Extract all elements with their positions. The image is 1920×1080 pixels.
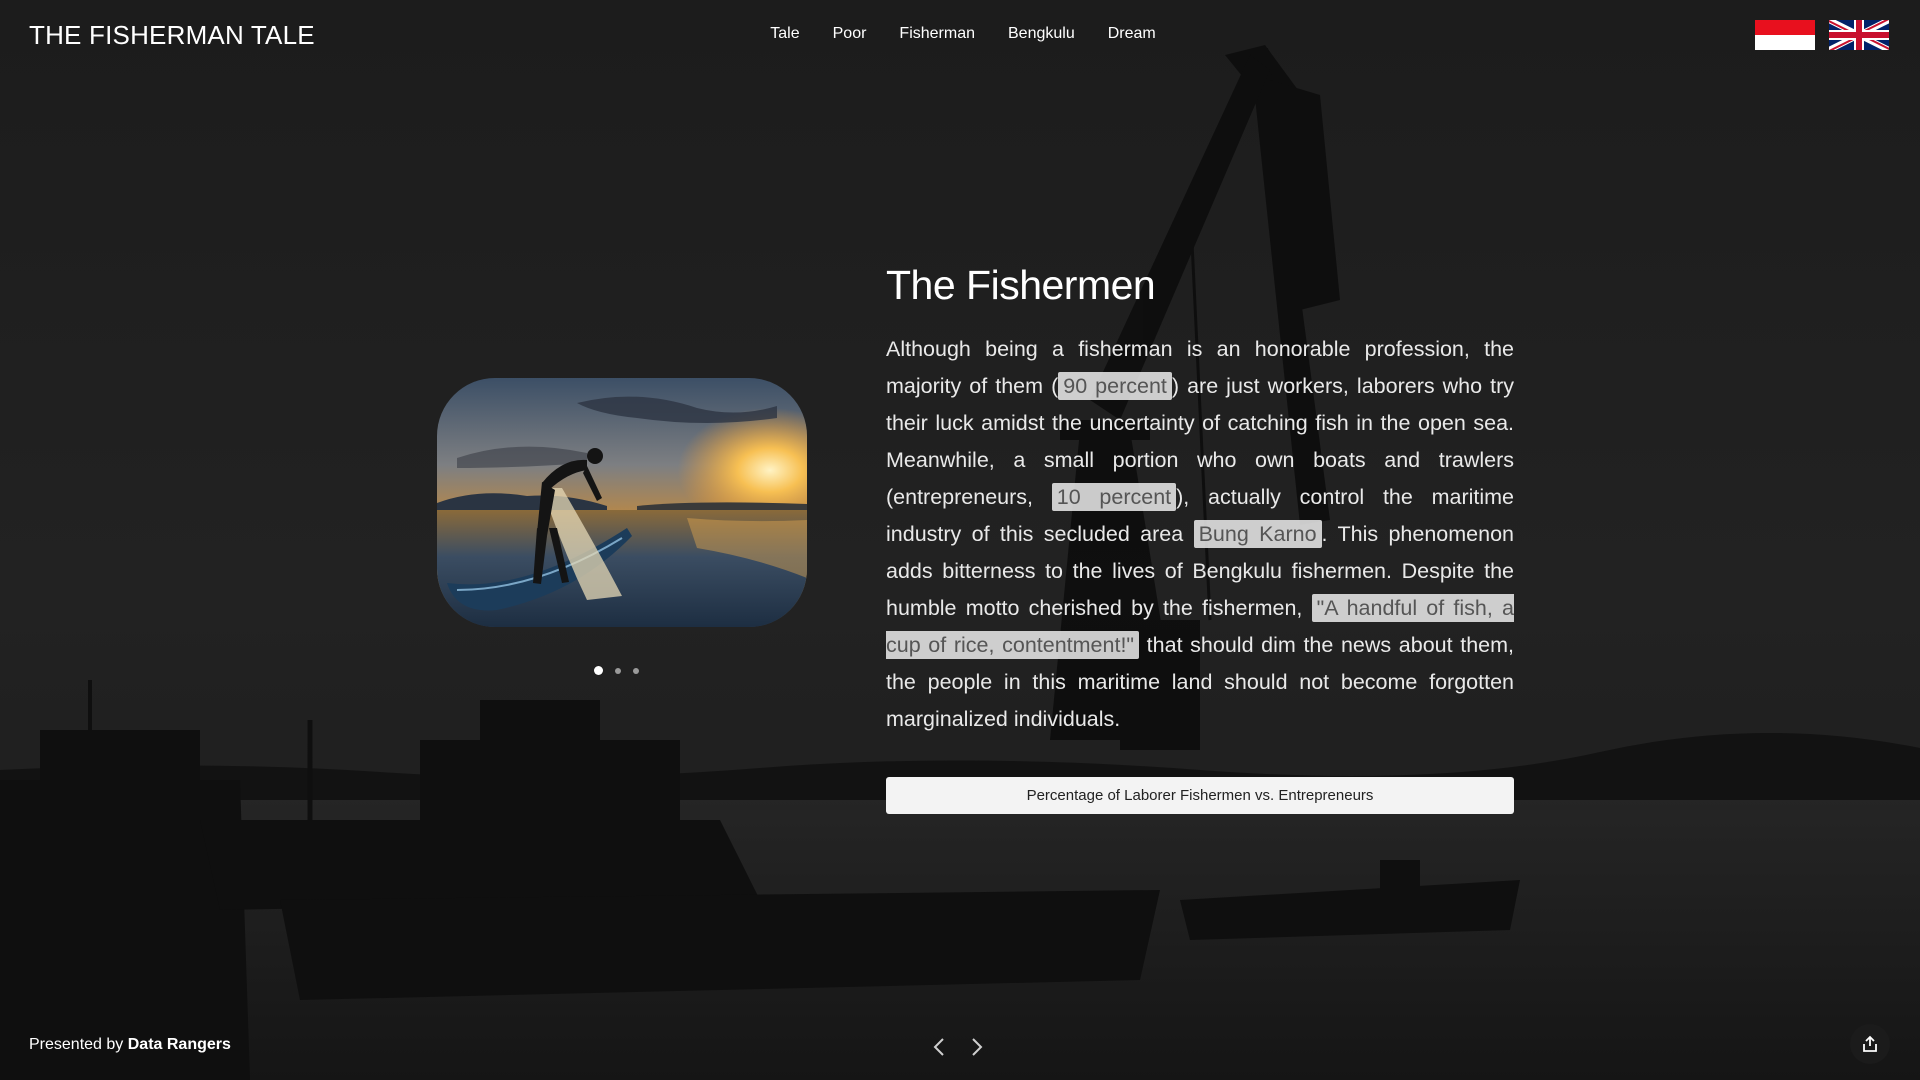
highlight-10-percent: 10 percent: [1051, 483, 1177, 511]
nav-item-bengkulu[interactable]: Bengkulu: [992, 25, 1092, 43]
chevron-left-icon[interactable]: [930, 1036, 948, 1058]
share-button[interactable]: [1850, 1024, 1890, 1064]
nav-item-dream[interactable]: Dream: [1091, 25, 1172, 43]
article: The Fishermen Although being a fisherman…: [886, 262, 1514, 738]
article-title: The Fishermen: [886, 262, 1156, 308]
uk-flag-icon[interactable]: [1829, 20, 1889, 50]
nav-item-tale[interactable]: Tale: [754, 25, 816, 43]
highlight-90-percent: 90 percent: [1058, 372, 1172, 400]
share-icon: [1863, 1035, 1877, 1052]
carousel-dot-2[interactable]: [615, 667, 621, 674]
carousel-dot-1[interactable]: [594, 666, 603, 675]
chevron-right-icon[interactable]: [968, 1036, 986, 1058]
nav-item-fisherman[interactable]: Fisherman: [883, 25, 992, 43]
highlight-bung-karno: Bung Karno: [1193, 520, 1322, 548]
credit-prefix: Presented by: [29, 1036, 128, 1053]
carousel-pagination: [594, 666, 639, 675]
credit: Presented by Data Rangers: [29, 1036, 231, 1054]
article-paragraph: Although being a fisherman is an honorab…: [886, 331, 1514, 738]
main-nav: Tale Poor Fisherman Bengkulu Dream: [0, 25, 1920, 43]
carousel-dot-3[interactable]: [633, 667, 639, 674]
indonesia-flag-icon[interactable]: [1755, 20, 1815, 50]
chart-toggle-button[interactable]: Percentage of Laborer Fishermen vs. Entr…: [886, 777, 1514, 814]
slide-navigation: [930, 1036, 986, 1058]
credit-name[interactable]: Data Rangers: [128, 1036, 231, 1053]
carousel-image-fisherman-casting-net[interactable]: [437, 378, 807, 627]
language-switcher: [1755, 20, 1889, 50]
nav-item-poor[interactable]: Poor: [816, 25, 883, 43]
